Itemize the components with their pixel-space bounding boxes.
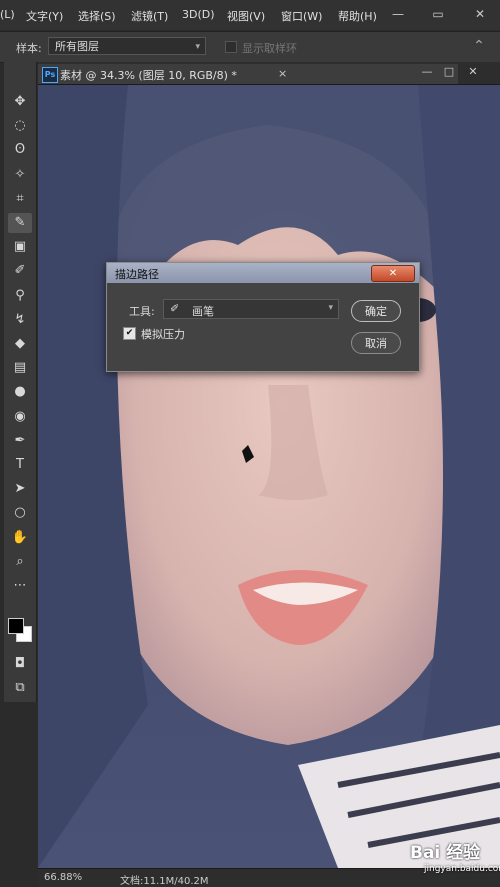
doc-close-icon[interactable]: ✕ [466, 65, 480, 78]
baidu-logo: Bai 经验 [410, 843, 481, 863]
tools-panel: ✥ ◌ ʘ ✧ ⌗ ✎ ▣ ✐ ⚲ ↯ ◆ ▤ ● ◉ ✒ T ➤ ○ ✋ ⌕ ⋯ ◘ ⧉ [4, 62, 37, 702]
sample-select-value: 所有图层 [55, 40, 99, 53]
document-title: 素材 @ 34.3% (图层 10, RGB/8) * [60, 69, 237, 82]
menu-select[interactable]: 选择(S) [78, 8, 116, 24]
document-size: 文档:11.1M/40.2M [120, 876, 209, 887]
document-tab[interactable]: Ps 素材 @ 34.3% (图层 10, RGB/8) * × [38, 64, 458, 84]
eyedropper-tool-icon[interactable]: ✎ [8, 213, 32, 233]
ellipse-tool-icon[interactable]: ○ [8, 503, 32, 523]
menu-bar: (L) 文字(Y) 选择(S) 滤镜(T) 3D(D) 视图(V) 窗口(W) … [0, 0, 500, 30]
dialog-titlebar[interactable]: 描边路径 ✕ [107, 263, 419, 283]
document-canvas[interactable] [38, 85, 500, 868]
simulate-pressure-label: 模拟压力 [141, 328, 185, 341]
simulate-pressure-checkbox[interactable]: ✔ [123, 327, 136, 340]
photoshop-icon: Ps [42, 67, 58, 83]
close-icon[interactable]: ✕ [472, 6, 488, 22]
path-selection-tool-icon[interactable]: ➤ [8, 479, 32, 499]
dialog-close-button[interactable]: ✕ [371, 265, 415, 282]
menu-window[interactable]: 窗口(W) [281, 8, 322, 24]
brush-tool-icon[interactable]: ✐ [8, 261, 32, 281]
marquee-tool-icon[interactable]: ◌ [8, 116, 32, 136]
window-controls: — ▭ ✕ [380, 0, 500, 30]
more-tools-icon[interactable]: ⋯ [8, 576, 32, 596]
doc-restore-icon[interactable]: □ [442, 65, 456, 78]
healing-brush-tool-icon[interactable]: ▣ [8, 237, 32, 257]
pen-tool-icon[interactable]: ✒ [8, 431, 32, 451]
options-bar: 样本: 所有图层 ▾ 显示取样环 ⌃ [0, 31, 500, 63]
menu-type[interactable]: 文字(Y) [26, 8, 63, 24]
document-tab-bar: Ps 素材 @ 34.3% (图层 10, RGB/8) * × — □ ✕ [38, 62, 500, 85]
move-tool-icon[interactable]: ✥ [8, 92, 32, 112]
menu-layer[interactable]: (L) [0, 8, 15, 21]
tool-select[interactable]: ✐ 画笔 ▾ [163, 299, 339, 319]
magic-wand-tool-icon[interactable]: ✧ [8, 165, 32, 185]
hand-tool-icon[interactable]: ✋ [8, 528, 32, 548]
show-ring-checkbox[interactable] [225, 41, 237, 53]
show-ring-label: 显示取样环 [242, 42, 297, 55]
eraser-tool-icon[interactable]: ◆ [8, 334, 32, 354]
sample-label: 样本: [16, 42, 42, 55]
lasso-tool-icon[interactable]: ʘ [8, 140, 32, 160]
ok-button[interactable]: 确定 [351, 300, 401, 322]
dodge-tool-icon[interactable]: ◉ [8, 407, 32, 427]
gradient-tool-icon[interactable]: ▤ [8, 358, 32, 378]
chevron-down-icon: ▾ [195, 42, 200, 52]
baidu-watermark: Bai 经验 jingyan.baidu.com [410, 836, 500, 882]
zoom-level[interactable]: 66.88% [44, 872, 82, 883]
panel-toggle-icon[interactable]: ⌃ [468, 38, 490, 56]
menu-view[interactable]: 视图(V) [227, 8, 265, 24]
blur-tool-icon[interactable]: ● [8, 382, 32, 402]
tab-close-icon[interactable]: × [278, 67, 287, 80]
menu-filter[interactable]: 滤镜(T) [131, 8, 168, 24]
cancel-button[interactable]: 取消 [351, 332, 401, 354]
clone-stamp-tool-icon[interactable]: ⚲ [8, 286, 32, 306]
chevron-down-icon: ▾ [328, 303, 333, 313]
tool-select-value: 画笔 [192, 305, 214, 318]
quick-mask-icon[interactable]: ◘ [8, 654, 32, 674]
history-brush-tool-icon[interactable]: ↯ [8, 310, 32, 330]
brush-icon: ✐ [170, 302, 180, 315]
dialog-title: 描边路径 [115, 268, 159, 281]
watermark-url: jingyan.baidu.com [424, 864, 500, 874]
crop-tool-icon[interactable]: ⌗ [8, 189, 32, 209]
type-tool-icon[interactable]: T [8, 455, 32, 475]
stroke-path-dialog: 描边路径 ✕ 工具: ✐ 画笔 ▾ ✔ 模拟压力 确定 取消 [106, 262, 420, 372]
menu-3d[interactable]: 3D(D) [182, 8, 215, 21]
maximize-icon[interactable]: ▭ [430, 6, 446, 22]
foreground-color-swatch[interactable] [8, 618, 24, 634]
minimize-icon[interactable]: — [390, 6, 406, 22]
photo-image [38, 85, 500, 868]
zoom-tool-icon[interactable]: ⌕ [8, 552, 32, 572]
tool-label: 工具: [129, 305, 155, 318]
sample-select[interactable]: 所有图层 ▾ [48, 37, 206, 55]
doc-minimize-icon[interactable]: — [420, 65, 434, 78]
menu-help[interactable]: 帮助(H) [338, 8, 377, 24]
screen-mode-icon[interactable]: ⧉ [8, 678, 32, 698]
